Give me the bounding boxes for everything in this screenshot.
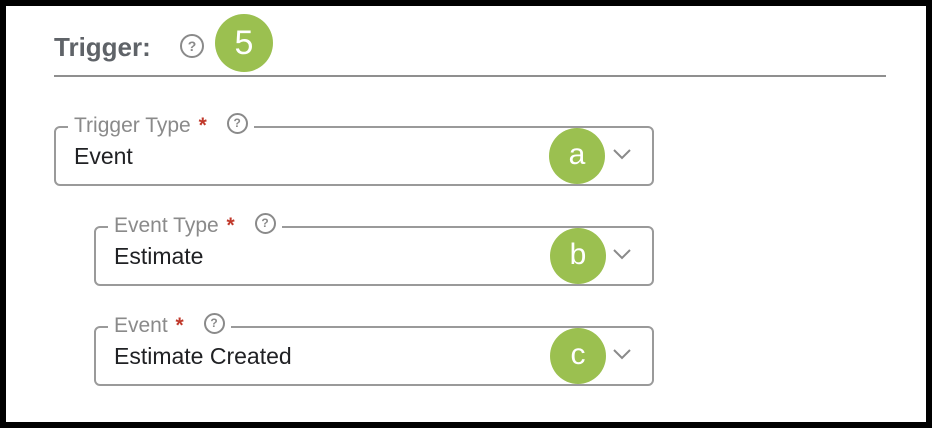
section-title: Trigger: bbox=[54, 32, 151, 62]
trigger-type-select[interactable]: Trigger Type * ? Event a bbox=[54, 112, 654, 186]
help-icon[interactable]: ? bbox=[226, 112, 248, 134]
trigger-type-label-group: Trigger Type * ? bbox=[68, 112, 254, 140]
chevron-down-icon[interactable] bbox=[612, 148, 632, 160]
event-label-group: Event * ? bbox=[108, 312, 231, 340]
event-value: Estimate Created bbox=[114, 343, 292, 369]
event-type-select[interactable]: Event Type * ? Estimate b bbox=[94, 212, 654, 286]
required-mark: * bbox=[226, 214, 235, 237]
event-select[interactable]: Event * ? Estimate Created c bbox=[94, 312, 654, 386]
chevron-down-icon[interactable] bbox=[612, 248, 632, 260]
event-type-value: Estimate bbox=[114, 243, 204, 269]
chevron-down-icon[interactable] bbox=[612, 348, 632, 360]
callout-badge-c: c bbox=[550, 328, 606, 384]
required-mark: * bbox=[198, 114, 207, 137]
trigger-type-value: Event bbox=[74, 143, 133, 169]
callout-badge-a: a bbox=[549, 128, 605, 184]
step-badge: 5 bbox=[215, 14, 273, 72]
callout-badge-b: b bbox=[550, 228, 606, 284]
trigger-type-label: Trigger Type bbox=[74, 114, 191, 137]
event-type-label-group: Event Type * ? bbox=[108, 212, 282, 240]
help-icon[interactable]: ? bbox=[254, 212, 276, 234]
trigger-panel: Trigger: ? 5 Trigger Type * ? Event a Ev… bbox=[6, 6, 926, 422]
help-icon[interactable]: ? bbox=[203, 312, 225, 334]
section-divider bbox=[54, 75, 886, 77]
help-icon[interactable]: ? bbox=[180, 34, 204, 58]
event-type-label: Event Type bbox=[114, 214, 219, 237]
event-label: Event bbox=[114, 314, 168, 337]
required-mark: * bbox=[175, 314, 184, 337]
